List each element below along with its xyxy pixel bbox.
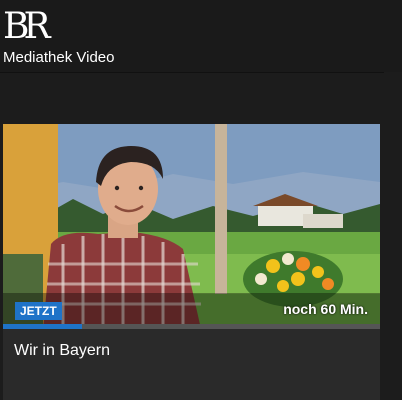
live-stream-card[interactable]: JETZT noch 60 Min. Wir in Bayern [3,124,380,400]
br-logo[interactable]: BR [3,9,51,45]
playback-progress-track [3,324,380,329]
playback-progress-fill [3,324,83,329]
live-badge: JETZT [15,302,62,320]
page-edge [384,72,402,400]
remaining-time: noch 60 Min. [283,301,368,317]
show-title[interactable]: Wir in Bayern [14,342,110,360]
app-subtitle: Mediathek Video [3,49,115,66]
app-header: BR Mediathek Video [0,0,402,73]
